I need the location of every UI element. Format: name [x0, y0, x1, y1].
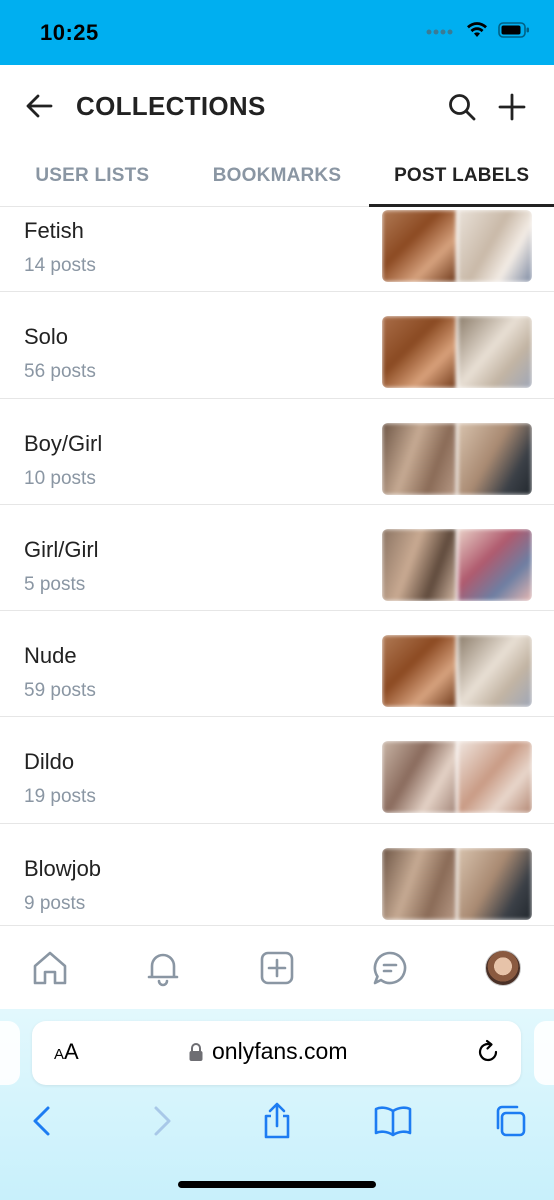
tab-bookmarks[interactable]: BOOKMARKS	[185, 145, 370, 206]
avatar	[485, 950, 521, 986]
label-count: 56 posts	[24, 361, 96, 383]
tabs-icon	[496, 1105, 526, 1137]
label-thumbnails	[382, 316, 532, 389]
thumbnail-image	[382, 741, 456, 814]
label-name: Fetish	[24, 218, 84, 243]
add-collection-button[interactable]	[494, 89, 530, 125]
label-count: 9 posts	[24, 892, 86, 914]
url-text: onlyfans.com	[212, 1038, 348, 1064]
text-size-large-a: A	[64, 1039, 79, 1064]
lock-icon	[189, 1042, 203, 1061]
browser-toolbar: AA onlyfans.com	[0, 1009, 554, 1200]
label-name: Girl/Girl	[24, 536, 99, 562]
signal-icon	[426, 24, 456, 42]
thumbnail-image	[458, 210, 532, 282]
label-count: 10 posts	[24, 467, 96, 489]
plus-square-icon	[260, 951, 294, 985]
nav-notifications-button[interactable]	[141, 946, 185, 990]
plus-icon	[498, 93, 526, 121]
browser-forward-button[interactable]	[142, 1101, 182, 1141]
next-tab-peek[interactable]	[534, 1021, 554, 1085]
label-count: 14 posts	[24, 255, 96, 276]
label-count: 19 posts	[24, 786, 96, 808]
label-name: Blowjob	[24, 855, 102, 881]
thumbnail-image	[382, 635, 456, 708]
tab-user-lists[interactable]: USER LISTS	[0, 145, 185, 206]
post-labels-list: Fetish 14 posts Solo 56 posts Boy/Girl 1…	[0, 207, 554, 925]
thumbnail-image	[382, 210, 456, 282]
back-button[interactable]	[22, 89, 56, 123]
thumbnail-image	[458, 316, 532, 389]
chevron-left-icon	[33, 1106, 50, 1136]
page-title: COLLECTIONS	[76, 91, 266, 121]
thumbnail-image	[458, 635, 532, 708]
label-thumbnails	[382, 847, 532, 920]
battery-icon	[498, 22, 530, 43]
label-thumbnails	[382, 422, 532, 495]
status-bar: 10:25	[0, 0, 554, 65]
bottom-navigation	[0, 925, 554, 1009]
label-name: Boy/Girl	[24, 430, 103, 456]
nav-new-post-button[interactable]	[255, 946, 299, 990]
address-bar[interactable]: AA onlyfans.com	[32, 1021, 521, 1085]
chevron-right-icon	[154, 1106, 171, 1136]
label-count: 5 posts	[24, 573, 86, 595]
reload-icon	[478, 1039, 498, 1062]
text-size-small-a: A	[54, 1046, 65, 1063]
thumbnail-image	[382, 847, 456, 920]
chat-icon	[373, 951, 407, 985]
app-header: COLLECTIONS	[0, 65, 554, 145]
thumbnail-image	[382, 316, 456, 389]
url-display: onlyfans.com	[188, 1038, 348, 1065]
label-thumbnails	[382, 528, 532, 601]
thumbnail-image	[458, 741, 532, 814]
list-item[interactable]: Fetish 14 posts	[0, 207, 554, 293]
home-icon	[33, 951, 67, 985]
bookmarks-button[interactable]	[373, 1101, 413, 1141]
search-button[interactable]	[444, 89, 480, 125]
thumbnail-image	[458, 422, 532, 495]
collection-tabs: USER LISTS BOOKMARKS POST LABELS	[0, 145, 554, 207]
list-item[interactable]: Nude 59 posts	[0, 611, 554, 718]
reload-button[interactable]	[473, 1037, 503, 1067]
nav-profile-button[interactable]	[481, 946, 525, 990]
label-thumbnails	[382, 210, 532, 282]
browser-back-button[interactable]	[22, 1101, 62, 1141]
book-icon	[374, 1106, 412, 1137]
thumbnail-image	[382, 422, 456, 495]
list-item[interactable]: Boy/Girl 10 posts	[0, 399, 554, 505]
home-indicator	[178, 1181, 376, 1188]
tabs-button[interactable]	[490, 1101, 530, 1141]
label-thumbnails	[382, 635, 532, 708]
nav-messages-button[interactable]	[368, 946, 412, 990]
label-name: Nude	[24, 643, 77, 669]
previous-tab-peek[interactable]	[0, 1021, 20, 1085]
arrow-left-icon	[26, 94, 53, 118]
list-item[interactable]: Blowjob 9 posts	[0, 824, 554, 925]
label-name: Solo	[24, 324, 69, 350]
bell-icon	[147, 953, 179, 987]
label-thumbnails	[382, 741, 532, 814]
tab-post-labels[interactable]: POST LABELS	[369, 145, 554, 207]
thumbnail-image	[458, 528, 532, 601]
label-count: 59 posts	[24, 680, 96, 702]
status-icons	[426, 22, 530, 43]
list-item[interactable]: Dildo 19 posts	[0, 717, 554, 824]
wifi-icon	[466, 22, 488, 43]
list-item[interactable]: Solo 56 posts	[0, 292, 554, 399]
search-icon	[449, 94, 476, 121]
share-icon	[264, 1102, 290, 1139]
label-name: Dildo	[24, 749, 75, 775]
thumbnail-image	[382, 528, 456, 601]
text-size-button[interactable]: AA	[54, 1039, 79, 1065]
thumbnail-image	[458, 847, 532, 920]
share-button[interactable]	[257, 1101, 297, 1141]
nav-home-button[interactable]	[28, 946, 72, 990]
list-item[interactable]: Girl/Girl 5 posts	[0, 505, 554, 612]
status-time: 10:25	[40, 20, 99, 45]
